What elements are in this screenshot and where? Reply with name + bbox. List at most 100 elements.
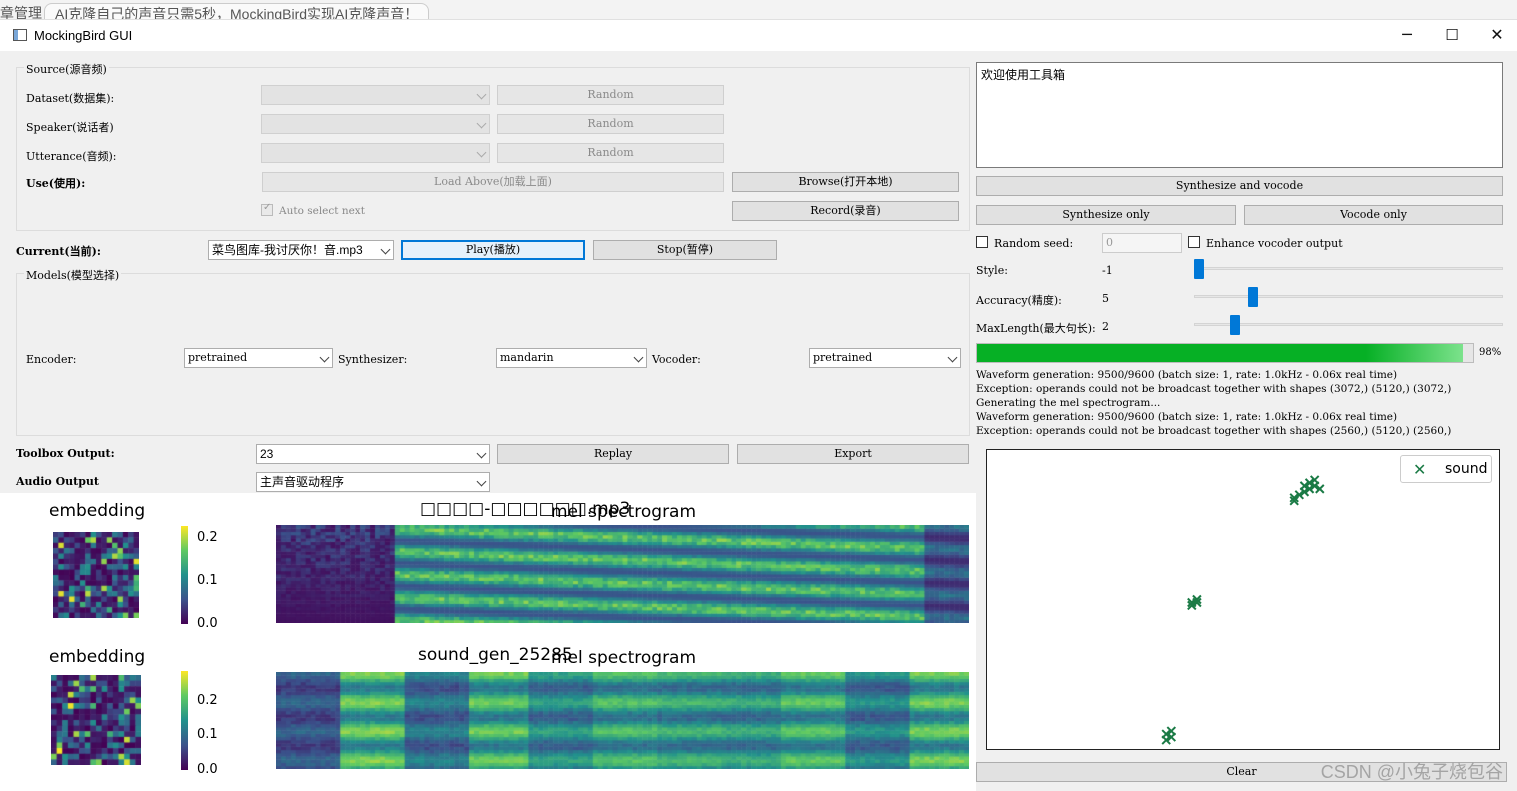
synthesizer-label: Synthesizer: (338, 353, 408, 366)
log-line: Waveform generation: 9500/9600 (batch si… (976, 369, 1398, 381)
log-output: Waveform generation: 9500/9600 (batch si… (976, 368, 1451, 438)
vocoder-label: Vocoder: (652, 353, 701, 366)
text-input[interactable]: 欢迎使用工具箱 (976, 62, 1503, 168)
random-seed-checkbox[interactable] (976, 236, 988, 248)
models-legend: Models(模型选择) (24, 267, 122, 283)
random-seed-input[interactable]: 0 (1102, 233, 1182, 253)
mel-title-2: mel spectrogram (551, 648, 697, 668)
toolbox-output-select[interactable]: 23 (256, 444, 490, 464)
mel-spectrogram-2 (276, 672, 969, 769)
colorbar-tick: 0.2 (197, 530, 218, 545)
colorbar-tick: 0.1 (197, 727, 218, 742)
window-title: MockingBird GUI (34, 28, 133, 43)
embedding-title-1: embedding (49, 501, 146, 521)
current-file-select[interactable]: 菜鸟图库-我讨厌你！音.mp3 (208, 240, 394, 260)
utterance-label: Utterance(音频): (26, 150, 117, 163)
dataset-select[interactable] (261, 85, 490, 105)
colorbar-1 (181, 526, 188, 624)
window-title-bar[interactable]: MockingBird GUI ─ ☐ ✕ (0, 20, 1517, 51)
log-line: Generating the mel spectrogram... (976, 397, 1161, 409)
style-slider-handle[interactable] (1194, 259, 1204, 279)
maxlength-slider-handle[interactable] (1229, 315, 1240, 335)
chevron-down-icon (633, 352, 644, 363)
scatter-legend-label: sound (1445, 461, 1488, 477)
browser-tab-active[interactable]: AI克隆自己的声音只需5秒，MockingBird实现AI克隆声音！ (44, 3, 430, 19)
speaker-random-button[interactable]: Random (497, 114, 724, 134)
browse-button[interactable]: Browse(打开本地) (732, 172, 959, 192)
style-slider-track[interactable] (1194, 267, 1503, 270)
maxlength-value: 2 (1102, 320, 1109, 333)
browser-tab-partial[interactable]: 章管理 (0, 3, 42, 19)
load-above-button[interactable]: Load Above(加载上面) (262, 172, 724, 192)
chevron-down-icon (380, 244, 391, 255)
replay-button[interactable]: Replay (497, 444, 729, 464)
window-client-area: Source(源音频) Dataset(数据集): Random Speaker… (0, 51, 1517, 791)
csdn-watermark: CSDN @小兔子烧包谷 (1320, 762, 1503, 782)
log-line: Exception: operands could not be broadca… (976, 425, 1452, 437)
play-button[interactable]: Play(播放) (401, 240, 585, 260)
record-button[interactable]: Record(录音) (732, 201, 959, 221)
app-icon (13, 29, 27, 41)
file-title-2: sound_gen_25285 (418, 645, 573, 665)
random-seed-label: Random seed: (994, 237, 1074, 250)
colorbar-2 (181, 671, 188, 770)
colorbar-tick: 0.2 (197, 693, 218, 708)
chevron-down-icon (947, 352, 958, 363)
maxlength-slider-track[interactable] (1194, 323, 1503, 326)
umap-scatter-plot: ✕ sound (986, 449, 1500, 750)
toolbox-output-value: 23 (260, 447, 274, 461)
colorbar-tick: 0.0 (197, 762, 218, 777)
scatter-svg (1161, 475, 1325, 745)
check-mark-icon: ✓ (263, 202, 272, 213)
embedding-title-2: embedding (49, 647, 146, 667)
dataset-random-button[interactable]: Random (497, 85, 724, 105)
progress-label: 98% (1479, 347, 1502, 358)
style-value: -1 (1102, 264, 1113, 277)
enhance-vocoder-label: Enhance vocoder output (1206, 237, 1343, 250)
source-legend: Source(源音频) (24, 61, 109, 77)
synthesizer-value: mandarin (500, 351, 554, 364)
x-marker-icon: ✕ (1413, 460, 1427, 479)
synthesize-only-button[interactable]: Synthesize only (976, 205, 1236, 225)
dataset-label: Dataset(数据集): (26, 92, 115, 105)
encoder-select[interactable]: pretrained (184, 348, 333, 368)
log-line: Exception: operands could not be broadca… (976, 383, 1452, 395)
encoder-label: Encoder: (26, 353, 77, 366)
scatter-legend: ✕ sound (1400, 455, 1492, 483)
vocoder-select[interactable]: pretrained (809, 348, 961, 368)
accuracy-value: 5 (1102, 292, 1109, 305)
log-line: Waveform generation: 9500/9600 (batch si… (976, 411, 1398, 423)
maximize-button[interactable]: ☐ (1429, 20, 1475, 51)
vocode-only-button[interactable]: Vocode only (1244, 205, 1503, 225)
chevron-down-icon (476, 89, 487, 100)
speaker-label: Speaker(说话者) (26, 121, 114, 134)
colorbar-tick: 0.0 (197, 616, 218, 631)
stop-button[interactable]: Stop(暂停) (593, 240, 777, 260)
synthesize-and-vocode-button[interactable]: Synthesize and vocode (976, 176, 1503, 196)
enhance-vocoder-checkbox[interactable] (1188, 236, 1200, 248)
embedding-heatmap-2 (51, 675, 141, 765)
progress-bar (976, 343, 1474, 363)
encoder-value: pretrained (188, 351, 248, 364)
vocoder-value: pretrained (813, 351, 873, 364)
speaker-select[interactable] (261, 114, 490, 134)
progress-fill (977, 344, 1464, 362)
mel-spectrogram-1 (276, 525, 969, 623)
utterance-select[interactable] (261, 143, 490, 163)
browser-tab-strip: 章管理 AI克隆自己的声音只需5秒，MockingBird实现AI克隆声音！ (0, 0, 1517, 20)
audio-output-select[interactable]: 主声音驱动程序 (256, 472, 490, 492)
utterance-random-button[interactable]: Random (497, 143, 724, 163)
colorbar-tick: 0.1 (197, 573, 218, 588)
close-button[interactable]: ✕ (1474, 20, 1517, 51)
text-input-value: 欢迎使用工具箱 (981, 68, 1066, 82)
accuracy-slider-handle[interactable] (1247, 287, 1258, 307)
export-button[interactable]: Export (737, 444, 969, 464)
current-file-value: 菜鸟图库-我讨厌你！音.mp3 (212, 243, 363, 257)
use-label: Use(使用): (26, 177, 86, 190)
synthesizer-select[interactable]: mandarin (496, 348, 647, 368)
auto-select-label: Auto select next (279, 205, 365, 217)
minimize-button[interactable]: ─ (1384, 20, 1430, 51)
audio-output-label: Audio Output (16, 475, 99, 488)
current-label: Current(当前): (16, 245, 101, 258)
accuracy-slider-track[interactable] (1194, 295, 1503, 298)
